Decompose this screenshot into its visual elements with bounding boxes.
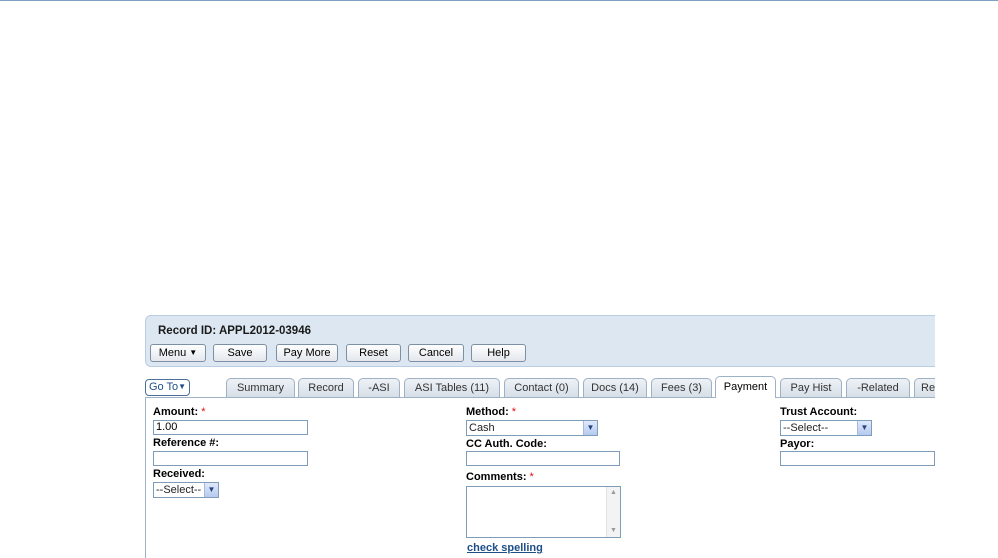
scroll-down-icon[interactable]: ▼ xyxy=(607,525,620,537)
tab-contact[interactable]: Contact (0) xyxy=(504,378,579,397)
method-label: Method: * xyxy=(466,406,516,418)
reset-button[interactable]: Reset xyxy=(346,344,401,362)
method-select[interactable]: Cash ▼ xyxy=(466,420,598,436)
chevron-down-icon: ▼ xyxy=(178,382,187,391)
tab-re-truncated[interactable]: Re xyxy=(914,378,935,397)
required-marker: * xyxy=(529,471,534,483)
payor-input[interactable] xyxy=(780,451,935,466)
record-title: Record ID: APPL2012-03946 xyxy=(158,325,311,337)
comments-label-text: Comments: xyxy=(466,471,527,483)
chevron-down-icon: ▼ xyxy=(204,483,218,497)
check-spelling-link[interactable]: check spelling xyxy=(467,542,543,554)
amount-label-text: Amount: xyxy=(153,406,199,418)
chevron-down-icon: ▼ xyxy=(857,421,871,435)
payor-label: Payor: xyxy=(780,438,815,450)
save-button[interactable]: Save xyxy=(213,344,267,362)
tab-record[interactable]: Record xyxy=(298,378,354,397)
required-marker: * xyxy=(201,406,206,418)
received-select[interactable]: --Select-- ▼ xyxy=(153,482,219,498)
pay-more-button[interactable]: Pay More xyxy=(276,344,338,362)
received-selected: --Select-- xyxy=(156,484,202,496)
received-label: Received: xyxy=(153,468,205,480)
tab-fees[interactable]: Fees (3) xyxy=(651,378,712,397)
cc-auth-label: CC Auth. Code: xyxy=(466,438,547,450)
tab-asi[interactable]: -ASI xyxy=(358,378,400,397)
tab-docs[interactable]: Docs (14) xyxy=(583,378,647,397)
top-rule xyxy=(0,0,998,1)
help-button[interactable]: Help xyxy=(471,344,526,362)
amount-input[interactable]: 1.00 xyxy=(153,420,308,435)
record-id-value: APPL2012-03946 xyxy=(218,325,311,337)
chevron-down-icon: ▼ xyxy=(583,421,597,435)
method-label-text: Method: xyxy=(466,406,509,418)
reference-label: Reference #: xyxy=(153,437,220,449)
required-marker: * xyxy=(511,406,517,418)
tab-pay-hist[interactable]: Pay Hist xyxy=(780,378,842,397)
goto-label: Go To xyxy=(149,381,179,393)
comments-scrollbar[interactable]: ▲ ▼ xyxy=(606,487,620,537)
record-header-panel: Record ID: APPL2012-03946 Menu ▼ Save Pay… xyxy=(145,315,935,367)
comments-textarea[interactable]: ▲ ▼ xyxy=(466,486,621,538)
trust-account-selected: --Select-- xyxy=(783,422,829,434)
tab-summary[interactable]: Summary xyxy=(226,378,295,397)
cc-auth-input[interactable] xyxy=(466,451,620,466)
cancel-button[interactable]: Cancel xyxy=(408,344,464,362)
amount-label: Amount: * xyxy=(153,406,206,418)
tab-related[interactable]: -Related xyxy=(846,378,910,397)
reference-input[interactable] xyxy=(153,451,308,466)
trust-account-select[interactable]: --Select-- ▼ xyxy=(780,420,872,436)
triangle-down-icon: ▼ xyxy=(189,348,198,357)
trust-account-label: Trust Account: xyxy=(780,406,858,418)
menu-button[interactable]: Menu ▼ xyxy=(150,344,206,362)
scroll-up-icon[interactable]: ▲ xyxy=(607,487,620,499)
method-selected: Cash xyxy=(469,422,495,434)
goto-dropdown[interactable]: Go To▼ xyxy=(145,379,191,396)
tab-payment[interactable]: Payment xyxy=(715,376,776,398)
record-id-label: Record ID: xyxy=(158,325,217,337)
menu-button-label: Menu xyxy=(158,347,187,359)
tab-asi-tables[interactable]: ASI Tables (11) xyxy=(404,378,500,397)
comments-label: Comments: * xyxy=(466,471,534,483)
